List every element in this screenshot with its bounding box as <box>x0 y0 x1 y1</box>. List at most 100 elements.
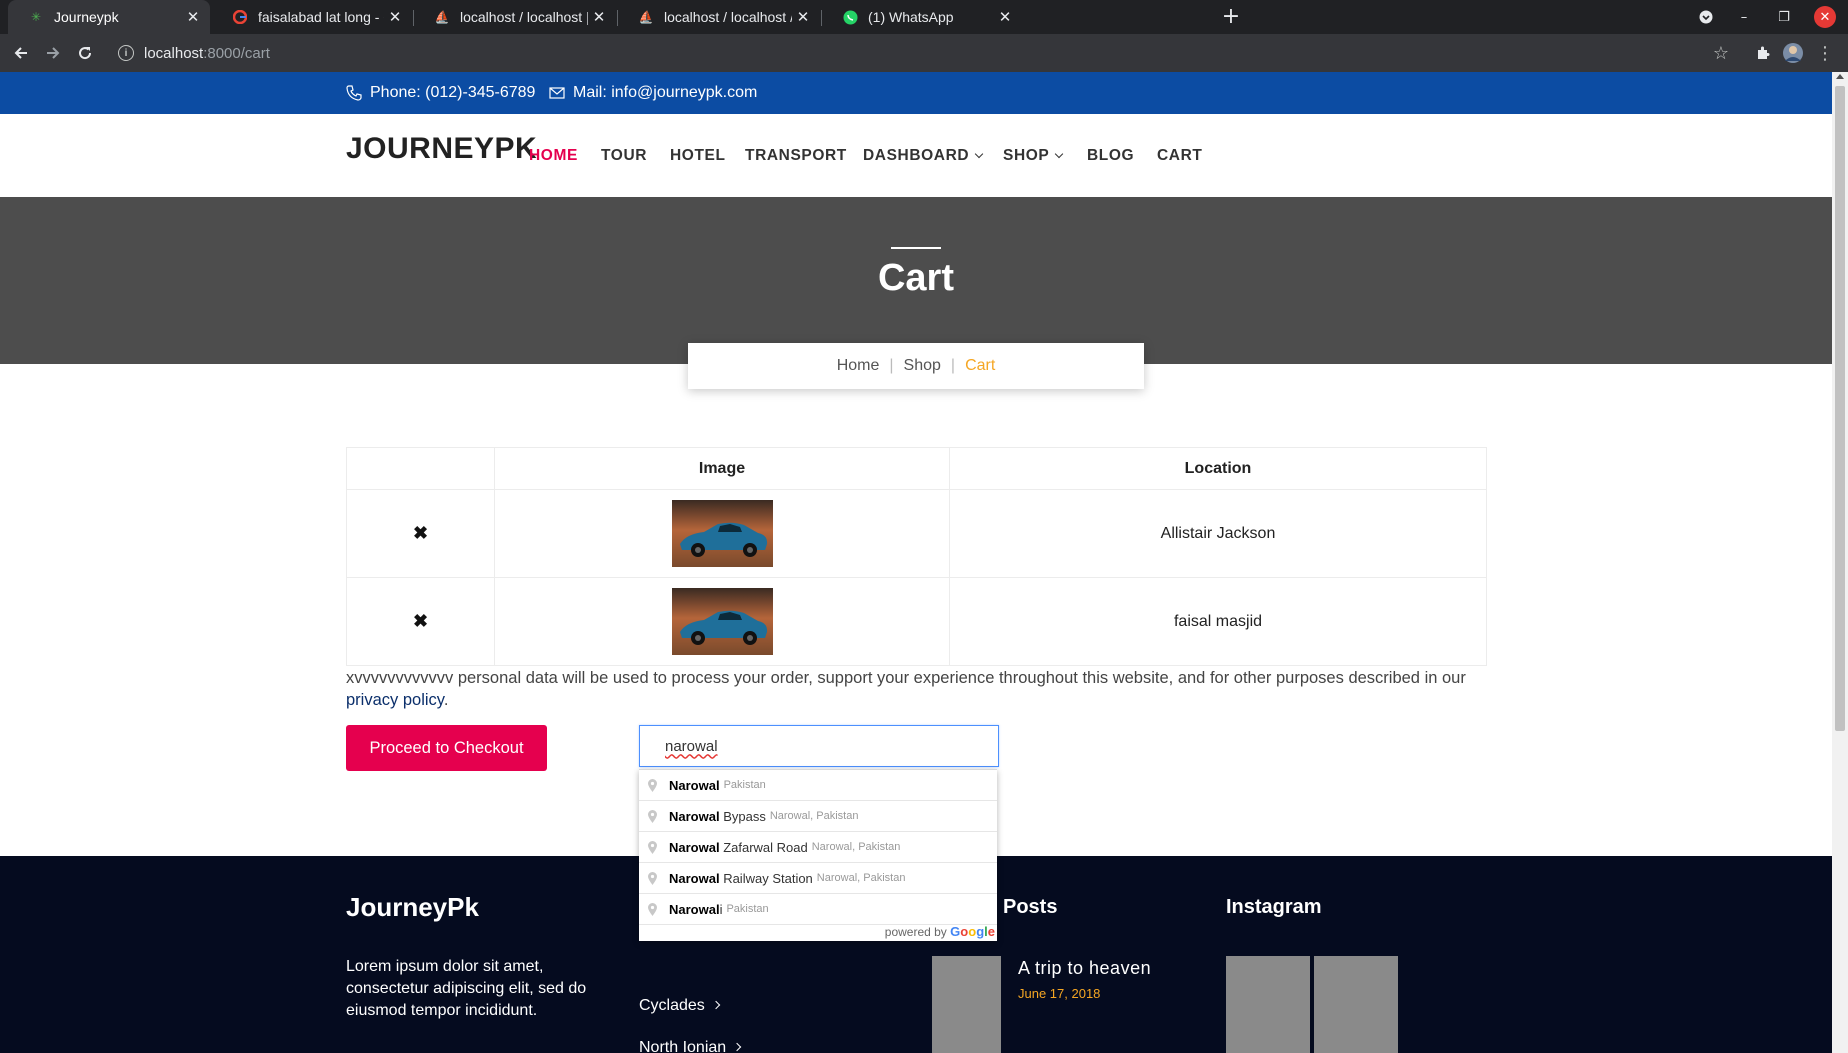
nav-shop-label: SHOP <box>1003 147 1050 164</box>
remove-item-icon[interactable]: ✖ <box>413 611 428 631</box>
breadcrumb-separator: | <box>950 357 956 374</box>
scroll-up-arrow-icon[interactable] <box>1836 74 1844 79</box>
proceed-to-checkout-button[interactable]: Proceed to Checkout <box>346 725 547 771</box>
new-tab-button[interactable]: + <box>1216 2 1246 32</box>
mail-info: Mail: info@journeypk.com <box>549 72 757 114</box>
close-tab-icon[interactable]: ✕ <box>384 8 406 26</box>
footer-link-cyclades[interactable]: Cyclades <box>639 997 721 1015</box>
tab-title: Journeypk <box>54 9 119 25</box>
address-bar[interactable]: i localhost:8000/cart <box>110 38 1730 68</box>
autocomplete-suggestion[interactable]: Narowal Bypass Narowal, Pakistan <box>639 801 997 832</box>
location-search-value: narowal <box>665 737 718 755</box>
nav-home[interactable]: HOME <box>529 114 578 198</box>
post-thumbnail[interactable] <box>932 956 1001 1053</box>
footer-instagram-heading: Instagram <box>1226 896 1322 918</box>
breadcrumb: Home | Shop | Cart <box>688 343 1144 389</box>
privacy-note: xvvvvvvvvvvvv personal data will be used… <box>346 667 1496 711</box>
google-icon <box>232 9 248 25</box>
nav-hotel[interactable]: HOTEL <box>670 114 726 198</box>
autocomplete-suggestion[interactable]: Narowal Pakistan <box>639 770 997 801</box>
location-search-input[interactable]: narowal <box>639 725 999 767</box>
privacy-note-text: xvvvvvvvvvvvv personal data will be used… <box>346 669 1466 687</box>
car-thumbnail-image <box>671 588 773 655</box>
page-scrollbar[interactable] <box>1832 72 1848 1053</box>
map-pin-icon <box>645 902 659 916</box>
tab-phpmyadmin-1[interactable]: ⛵ localhost / localhost | php ✕ <box>414 0 616 34</box>
chevron-down-icon <box>1055 149 1064 159</box>
chevron-right-icon <box>711 1000 721 1010</box>
bookmark-star-icon[interactable]: ☆ <box>1706 38 1736 68</box>
scrollbar-thumb[interactable] <box>1835 86 1845 731</box>
tab-phpmyadmin-2[interactable]: ⛵ localhost / localhost / jou ✕ <box>618 0 820 34</box>
breadcrumb-shop[interactable]: Shop <box>904 357 941 375</box>
profile-avatar[interactable] <box>1778 38 1808 68</box>
map-pin-icon <box>645 871 659 885</box>
autocomplete-suggestion[interactable]: Narowal i Pakistan <box>639 894 997 925</box>
mail-icon <box>549 87 565 99</box>
tab-title: localhost / localhost / jou <box>664 9 792 25</box>
tab-google-search[interactable]: faisalabad lat long - Goog ✕ <box>212 0 412 34</box>
phpmyadmin-icon: ⛵ <box>434 10 450 24</box>
instagram-thumbnail[interactable] <box>1226 956 1310 1053</box>
restore-icon[interactable]: ❐ <box>1774 0 1794 34</box>
nav-shop[interactable]: SHOP <box>1003 114 1064 198</box>
back-icon[interactable] <box>6 38 36 68</box>
google-logo: Google <box>950 924 995 939</box>
hero-divider <box>891 247 941 249</box>
autocomplete-suggestion[interactable]: Narowal Railway Station Narowal, Pakistan <box>639 863 997 894</box>
powered-by-google: powered by Google <box>884 924 995 939</box>
close-tab-icon[interactable]: ✕ <box>588 8 610 26</box>
nav-dashboard[interactable]: DASHBOARD <box>863 114 984 198</box>
nav-transport[interactable]: TRANSPORT <box>745 114 847 198</box>
mail-text[interactable]: Mail: info@journeypk.com <box>573 84 757 102</box>
column-header-location: Location <box>949 447 1487 490</box>
map-pin-icon <box>645 809 659 823</box>
forward-icon[interactable] <box>38 38 68 68</box>
page-title: Cart <box>877 257 955 299</box>
table-row: ✖ faisal masjid <box>346 577 1487 666</box>
close-tab-icon[interactable]: ✕ <box>792 8 814 26</box>
tab-search-icon[interactable] <box>1696 0 1716 34</box>
table-header-row: Image Location <box>346 447 1487 490</box>
tab-whatsapp[interactable]: (1) WhatsApp ✕ <box>822 0 1022 34</box>
column-header-image: Image <box>494 447 950 490</box>
page-hero: Cart <box>0 197 1832 364</box>
phone-text: Phone: (012)-345-6789 <box>370 84 536 101</box>
breadcrumb-current: Cart <box>965 357 996 374</box>
privacy-note-end: . <box>443 691 449 709</box>
site-icon: ✳ <box>30 10 42 24</box>
cart-table: Image Location ✖ Allistair Jackson ✖ fai… <box>346 447 1487 666</box>
privacy-policy-link[interactable]: privacy policy <box>346 691 444 709</box>
nav-cart[interactable]: CART <box>1157 114 1202 198</box>
nav-tour[interactable]: TOUR <box>601 114 647 198</box>
nav-blog[interactable]: BLOG <box>1087 114 1134 198</box>
cart-location: Allistair Jackson <box>949 489 1487 578</box>
footer-link-north-ionian[interactable]: North Ionian <box>639 1039 742 1053</box>
whatsapp-icon <box>842 9 858 25</box>
post-title[interactable]: A trip to heaven <box>1018 958 1151 979</box>
contact-topbar: Phone: (012)-345-6789 Mail: info@journey… <box>0 72 1832 114</box>
extensions-icon[interactable] <box>1748 38 1778 68</box>
minimize-icon[interactable]: – <box>1734 0 1754 34</box>
remove-item-icon[interactable]: ✖ <box>413 523 428 543</box>
car-thumbnail-image <box>671 500 773 567</box>
chevron-right-icon <box>732 1042 742 1052</box>
reload-icon[interactable] <box>70 38 100 68</box>
site-info-icon[interactable]: i <box>118 45 134 61</box>
url-host: localhost <box>144 44 204 62</box>
site-logo[interactable]: JOURNEYPK <box>346 132 537 166</box>
instagram-thumbnail[interactable] <box>1314 956 1398 1053</box>
tab-journeypk[interactable]: ✳ Journeypk ✕ <box>8 0 210 34</box>
table-row: ✖ Allistair Jackson <box>346 489 1487 578</box>
page-viewport: Phone: (012)-345-6789 Mail: info@journey… <box>0 72 1832 1053</box>
breadcrumb-home[interactable]: Home <box>837 357 880 375</box>
close-tab-icon[interactable]: ✕ <box>994 8 1016 26</box>
close-window-icon[interactable]: ✕ <box>1814 6 1836 28</box>
browser-menu-icon[interactable]: ⋮ <box>1810 38 1840 68</box>
nav-dashboard-label: DASHBOARD <box>863 147 970 164</box>
tab-title: faisalabad lat long - Goog <box>258 9 384 25</box>
browser-tab-strip: ✳ Journeypk ✕ faisalabad lat long - Goog… <box>0 0 1848 34</box>
phone-info: Phone: (012)-345-6789 <box>346 72 535 114</box>
autocomplete-suggestion[interactable]: Narowal Zafarwal Road Narowal, Pakistan <box>639 832 997 863</box>
close-tab-icon[interactable]: ✕ <box>182 8 204 26</box>
